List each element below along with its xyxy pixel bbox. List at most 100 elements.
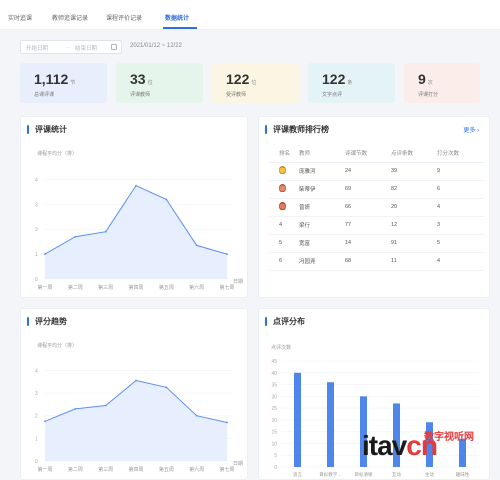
teacher-name-cell: 宽富 bbox=[299, 234, 345, 253]
lessons-cell: 68 bbox=[345, 252, 391, 271]
data-point bbox=[195, 244, 198, 247]
y-tick-label: 30 bbox=[271, 394, 277, 400]
rank-cell: 6 bbox=[269, 252, 299, 271]
x-tick-label: 趣味性 bbox=[456, 471, 470, 478]
bronze-medal-icon bbox=[279, 202, 286, 210]
lessons-cell: 77 bbox=[345, 216, 391, 235]
stat-label: 受评教师 bbox=[226, 92, 247, 98]
lesson-stats-card: 评课统计 课程平均分（排） 0 1 2 3 4 第一周 第二周 第三周 第四周 第五周 第六周 第七周日… bbox=[20, 116, 248, 298]
y-tick-label: 4 bbox=[35, 177, 38, 183]
stat-label: 文字点评 bbox=[322, 92, 343, 98]
data-point bbox=[104, 404, 107, 407]
table-row: 5 宽富 14 91 5 bbox=[269, 234, 485, 253]
x-tick-label: 第四周 bbox=[128, 284, 143, 291]
teacher-ranking-card: 评课教师排行榜 更多 › 排名 教师 评课节数 点评条数 打分次数 庞雅河 24 3… bbox=[258, 116, 490, 298]
comments-cell: 12 bbox=[391, 216, 437, 235]
x-tick-label: 第七周 bbox=[219, 284, 234, 291]
stat-value: 9 bbox=[418, 71, 426, 87]
comments-cell: 39 bbox=[391, 162, 437, 181]
y-tick-label: 40 bbox=[271, 371, 277, 377]
y-tick-label: 35 bbox=[271, 383, 277, 389]
column-header: 评课节数 bbox=[345, 145, 391, 163]
y-tick-label: 3 bbox=[35, 202, 38, 208]
stat-value: 122 bbox=[322, 71, 346, 87]
comments-cell: 91 bbox=[391, 234, 437, 253]
lessons-cell: 69 bbox=[345, 180, 391, 199]
end-date-input[interactable]: 结束日期 bbox=[75, 44, 97, 52]
card-accent-bar bbox=[265, 125, 267, 134]
x-axis-label: 日期 bbox=[233, 279, 243, 285]
data-point bbox=[165, 386, 168, 389]
y-tick-label: 4 bbox=[35, 368, 38, 374]
y-axis-label: 课程平均分（排） bbox=[37, 150, 77, 157]
data-point bbox=[195, 414, 198, 417]
data-point bbox=[74, 235, 77, 238]
teacher-name-cell: 冯园尧 bbox=[299, 252, 345, 271]
watermark-brand: itav bbox=[362, 430, 407, 461]
comments-cell: 20 bbox=[391, 198, 437, 217]
top-tab-bar: 实时追课 教师追课记录 课程评价记录 数据统计 bbox=[0, 0, 500, 30]
stat-value: 122 bbox=[226, 71, 250, 87]
score-trend-chart: 课程平均分（排） 0 1 2 3 4 第一周 第二周 第三周 第四周 第五周 第六周 第七周日期 bbox=[35, 342, 243, 473]
y-tick-label: 2 bbox=[35, 414, 38, 420]
lesson-stats-chart: 课程平均分（排） 0 1 2 3 4 第一周 第二周 第三周 第四周 第五周 第六周 第七周日期 bbox=[35, 150, 243, 291]
gold-medal-icon bbox=[279, 166, 286, 174]
stat-unit: 条 bbox=[347, 80, 353, 86]
date-range-picker[interactable]: 开始日期 → 结束日期 bbox=[20, 40, 122, 54]
tab-evaluation-records[interactable]: 课程评价记录 bbox=[106, 13, 142, 22]
tab-teacher-records[interactable]: 教师追课记录 bbox=[52, 13, 88, 22]
tab-realtime[interactable]: 实时追课 bbox=[8, 13, 32, 22]
y-tick-label: 0 bbox=[274, 465, 277, 471]
y-tick-label: 25 bbox=[271, 406, 277, 412]
scores-cell: 4 bbox=[437, 252, 485, 271]
stat-card-total-lessons: 1,112 节 总课评课 bbox=[20, 63, 107, 103]
rank-cell: 5 bbox=[269, 234, 299, 253]
x-tick-label: 第六周 bbox=[189, 284, 204, 291]
y-tick-label: 1 bbox=[35, 252, 38, 258]
stat-card-evaluating-teachers: 33 位 评课教师 bbox=[116, 63, 203, 103]
watermark-logo: itavcn bbox=[362, 430, 438, 462]
rank-cell bbox=[269, 162, 299, 181]
teacher-name-cell: 柴蒂伊 bbox=[299, 180, 345, 199]
more-link[interactable]: 更多 › bbox=[463, 125, 479, 134]
rank-cell bbox=[269, 198, 299, 217]
y-tick-label: 3 bbox=[35, 391, 38, 397]
x-tick-label: 第五周 bbox=[159, 284, 174, 291]
watermark-brand-suffix: cn bbox=[406, 430, 438, 461]
x-tick-label: 生动 bbox=[425, 471, 434, 478]
comments-cell: 11 bbox=[391, 252, 437, 271]
start-date-input[interactable]: 开始日期 bbox=[26, 44, 48, 52]
selected-date-range: 2021/01/12 ~ 12/22 bbox=[130, 43, 182, 49]
y-axis-label: 点评次数 bbox=[271, 344, 291, 351]
x-axis-label: 日期 bbox=[233, 461, 243, 467]
data-point bbox=[165, 198, 168, 201]
x-tick-label: 第三周 bbox=[98, 466, 113, 473]
column-header: 点评条数 bbox=[391, 145, 437, 163]
ranking-table: 排名 教师 评课节数 点评条数 打分次数 庞雅河 24 39 9 柴蒂伊 69 82 6 曾妍 6… bbox=[269, 145, 485, 271]
range-separator-icon: → bbox=[65, 44, 71, 50]
data-point bbox=[44, 253, 46, 256]
scores-cell: 3 bbox=[437, 216, 485, 235]
x-tick-label: 语言 bbox=[293, 471, 302, 478]
x-tick-label: 目标教学… bbox=[319, 471, 342, 478]
y-tick-label: 2 bbox=[35, 227, 38, 233]
column-header: 排名 bbox=[269, 145, 299, 163]
table-row: 柴蒂伊 69 82 6 bbox=[269, 180, 485, 199]
stat-card-evaluated-teachers: 122 位 受评教师 bbox=[212, 63, 299, 103]
lessons-cell: 24 bbox=[345, 162, 391, 181]
scores-cell: 4 bbox=[437, 198, 485, 217]
y-tick-label: 45 bbox=[271, 359, 277, 365]
x-tick-label: 第四周 bbox=[128, 466, 143, 473]
bar bbox=[294, 372, 301, 467]
stat-unit: 位 bbox=[147, 80, 153, 86]
tab-statistics[interactable]: 数据统计 bbox=[165, 13, 189, 22]
table-row: 曾妍 66 20 4 bbox=[269, 198, 485, 217]
teacher-name-cell: 曾妍 bbox=[299, 198, 345, 217]
lessons-cell: 66 bbox=[345, 198, 391, 217]
data-point bbox=[74, 407, 77, 410]
stat-label: 评课打分 bbox=[418, 92, 439, 98]
data-point bbox=[226, 253, 228, 256]
stat-value: 33 bbox=[130, 71, 146, 87]
stat-card-text-comments: 122 条 文字点评 bbox=[308, 63, 395, 103]
stat-card-scores: 9次 评课打分 bbox=[404, 63, 480, 103]
